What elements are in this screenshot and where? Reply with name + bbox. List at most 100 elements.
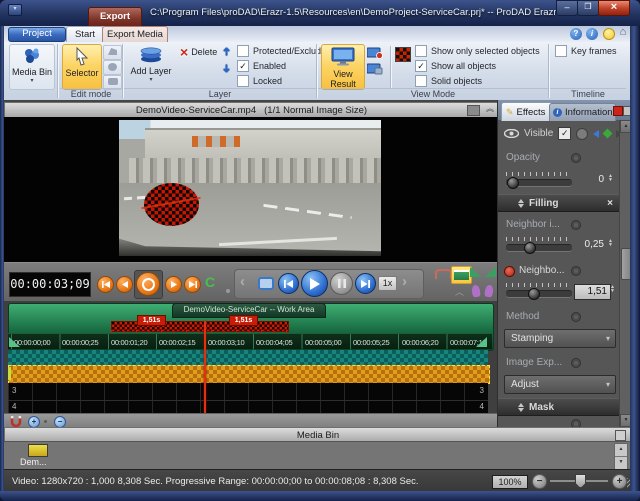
neighbor-inside-slider-thumb[interactable] — [524, 242, 536, 254]
zoom-in-button[interactable]: + — [612, 474, 627, 489]
filling-section-header[interactable]: Filling × — [498, 194, 619, 212]
neighbor-value-box[interactable]: 1,51 — [574, 284, 611, 300]
mask-shape-left-icon[interactable] — [471, 285, 481, 298]
preview-canvas[interactable] — [4, 117, 497, 262]
track-video[interactable] — [8, 350, 488, 366]
neighbor-inside-slider[interactable] — [506, 244, 572, 252]
layer-down-button[interactable]: ➜ — [220, 64, 233, 73]
expand-chevron[interactable]: ︿ — [455, 285, 464, 298]
zoom-level-box[interactable]: 100% — [492, 475, 528, 489]
timeline-ruler[interactable]: 00:00:00;00 00:00:00;25 00:00:01;20 00:0… — [8, 333, 492, 349]
track-mask-layer[interactable] — [8, 365, 490, 384]
mask-section-header[interactable]: Mask — [498, 398, 619, 416]
view-compare-button[interactable] — [367, 62, 383, 74]
work-area-button[interactable] — [451, 266, 472, 284]
visible-checkbox[interactable]: ✓ — [558, 127, 571, 140]
method-dropdown[interactable]: Stamping ▾ — [504, 329, 616, 348]
scroll-up-button[interactable]: ▲ — [615, 444, 627, 457]
play-skip-end-button[interactable] — [355, 273, 376, 294]
tip-bulb-icon[interactable] — [603, 28, 615, 40]
view-result-button[interactable]: View Result — [321, 44, 365, 90]
title-bar[interactable]: ▾ C:\Program Files\proDAD\Erazr-1.5\Reso… — [0, 0, 640, 26]
prev-keyframe-icon[interactable] — [593, 130, 599, 138]
set-out-point-icon[interactable] — [485, 267, 496, 277]
tab-export-media[interactable]: Export Media — [102, 26, 168, 43]
checkbox-key-frames[interactable]: Key frames — [555, 45, 617, 57]
snap-magnet-icon[interactable] — [10, 415, 22, 427]
zoom-slider-thumb[interactable] — [575, 474, 586, 488]
opacity-value[interactable]: 0 — [584, 174, 604, 185]
media-bin-button[interactable]: Media Bin ▾ — [9, 44, 55, 90]
play-button[interactable] — [301, 270, 328, 297]
image-exp-keyframe-icon[interactable] — [571, 358, 581, 368]
media-bin-scrollbar[interactable]: ▲ ▼ — [614, 443, 628, 471]
neighbor-spinner[interactable]: ▲▼ — [610, 285, 615, 293]
mask-skip-end-button[interactable] — [184, 276, 201, 293]
collapse-icon[interactable] — [518, 199, 524, 208]
collapse-icon[interactable] — [518, 403, 524, 412]
neighbor-inside-keyframe-icon[interactable] — [571, 220, 581, 230]
media-bin-item-label[interactable]: Dem... — [20, 457, 47, 467]
video-frame[interactable] — [119, 120, 381, 256]
set-in-point-icon[interactable] — [470, 267, 481, 277]
selector-button[interactable]: Selector — [62, 44, 102, 90]
loop-toggle-icon[interactable] — [258, 277, 274, 290]
pause-button[interactable] — [330, 272, 353, 295]
playback-next-chevron[interactable]: › — [402, 273, 407, 291]
mask-next-frame-button[interactable] — [165, 276, 182, 293]
filling-close-icon[interactable]: × — [607, 198, 613, 209]
playhead[interactable] — [204, 321, 206, 413]
work-area-handle-right[interactable] — [476, 337, 487, 347]
mask-shape-right-icon[interactable] — [484, 285, 494, 298]
layer-up-button[interactable]: ➜ — [220, 47, 233, 56]
zoom-out-button[interactable]: − — [532, 474, 547, 489]
work-area-handle-left[interactable] — [9, 337, 20, 347]
delete-layer-button[interactable]: × Delete — [180, 46, 217, 58]
method-keyframe-icon[interactable] — [571, 312, 581, 322]
cyclic-mode-button[interactable]: C — [205, 274, 215, 290]
checkbox-show-all-objects[interactable]: ✓ Show all objects — [415, 60, 496, 72]
preview-header[interactable]: DemoVideo-ServiceCar.mp4 (1/1 Normal Ima… — [4, 102, 499, 118]
playback-prev-chevron[interactable]: ‹ — [240, 273, 245, 291]
mask-skip-start-button[interactable] — [97, 276, 114, 293]
add-keyframe-icon[interactable] — [603, 129, 613, 139]
media-bin-detach-icon[interactable] — [615, 430, 626, 441]
work-area-bracket-icon[interactable] — [435, 269, 452, 279]
tab-information[interactable]: i Information — [549, 103, 616, 121]
opacity-keyframe-icon[interactable] — [571, 153, 581, 163]
speed-button[interactable]: 1x — [378, 276, 397, 291]
minimize-button[interactable]: – — [556, 0, 578, 16]
help-icon[interactable]: ? — [570, 28, 582, 40]
neighbor-inside-spinner[interactable]: ▲▼ — [608, 239, 613, 247]
info-icon[interactable]: i — [586, 28, 598, 40]
neighbor-slider-thumb[interactable] — [528, 288, 540, 300]
preview-collapse-icon[interactable]: ︽ — [486, 103, 494, 114]
image-exp-dropdown[interactable]: Adjust ▾ — [504, 375, 616, 394]
checkbox-show-only-selected[interactable]: Show only selected objects — [415, 45, 540, 57]
media-bin-content[interactable]: Dem... ▲ ▼ — [4, 441, 630, 470]
mask-pattern-swatch[interactable] — [395, 47, 411, 62]
media-bin-thumbnail[interactable] — [28, 444, 48, 457]
home-icon[interactable]: ⌂ — [617, 26, 629, 40]
tab-start[interactable]: Start — [66, 26, 104, 43]
app-menu-icon[interactable]: ▾ — [8, 4, 22, 16]
view-source-button[interactable] — [367, 46, 383, 58]
opacity-slider-thumb[interactable] — [507, 177, 519, 189]
shape-tool-ellipse[interactable] — [103, 60, 122, 75]
keyframe-clock-icon[interactable] — [576, 128, 588, 140]
preview-monitor-icon[interactable] — [467, 105, 480, 116]
shape-tool-polygon[interactable] — [103, 45, 122, 60]
play-skip-start-button[interactable] — [278, 273, 299, 294]
neighbor-inside-value[interactable]: 0,25 — [574, 239, 604, 250]
tab-project[interactable]: Project — [8, 27, 66, 42]
maximize-button[interactable]: ❒ — [577, 0, 599, 16]
opacity-spinner[interactable]: ▲▼ — [608, 174, 613, 182]
checkbox-locked[interactable]: Locked — [237, 75, 282, 87]
mask-record-button[interactable] — [136, 272, 160, 296]
neighbor-keyframe-icon[interactable] — [571, 266, 581, 276]
checkbox-enabled[interactable]: ✓ Enabled — [237, 60, 286, 72]
track-4[interactable]: 4 4 — [8, 401, 488, 413]
panel-red-indicator[interactable] — [613, 106, 623, 116]
contextual-tab-export[interactable]: Export — [88, 7, 142, 27]
checkbox-solid-objects[interactable]: Solid objects — [415, 75, 482, 87]
